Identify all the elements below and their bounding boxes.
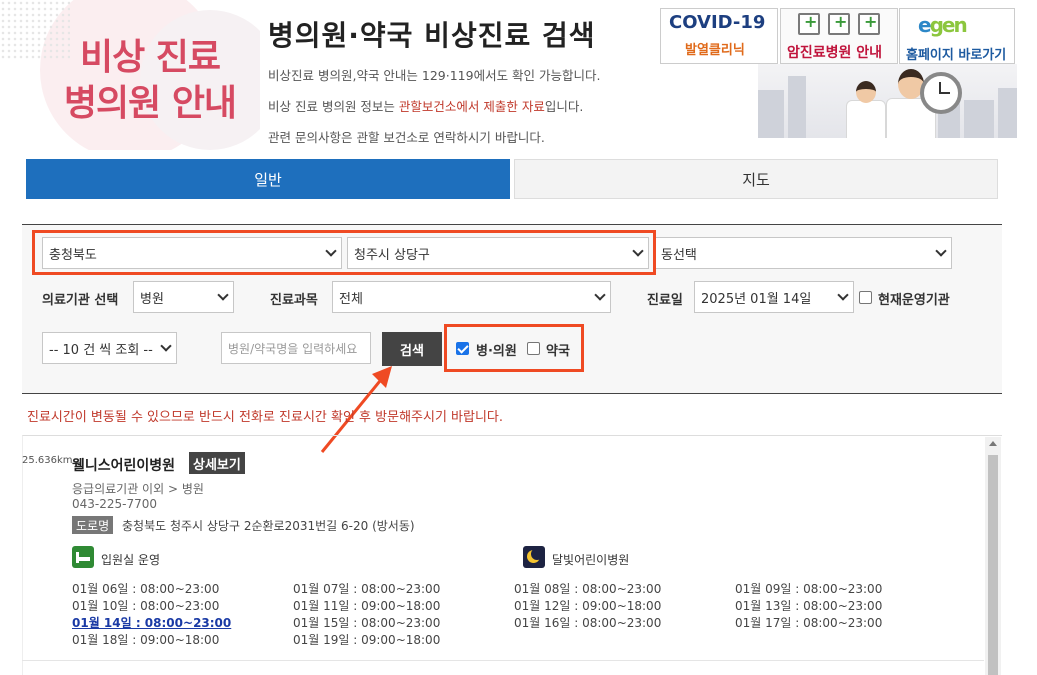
description-line-2: 비상 진료 병의원 정보는 관할보건소에서 제출한 자료입니다. (268, 99, 584, 114)
chevron-down-icon (217, 289, 229, 301)
notice-text: 진료시간이 변동될 수 있으므로 반드시 전화로 진료시간 확인 후 방문해주시… (27, 410, 504, 425)
chevron-down-icon (935, 245, 947, 257)
hours-entry: 01월 18일 : 09:00~18:00 (72, 633, 220, 647)
distance: 25.636km (22, 455, 73, 466)
type-highlight-box (444, 324, 584, 372)
chevron-down-icon (594, 289, 606, 301)
hours-entry: 01월 17일 : 08:00~23:00 (735, 616, 883, 630)
hero-line-2: 병의원 안내 (63, 83, 237, 124)
chevron-down-icon (837, 289, 849, 301)
date-select[interactable]: 2025년 01월 14일 (694, 281, 854, 313)
hours-entry: 01월 15일 : 08:00~23:00 (293, 616, 441, 630)
cancer-banner-label: 암진료병원 안내 (787, 45, 883, 61)
covid-banner-title: COVID-19 (669, 12, 766, 33)
homepage-banner[interactable]: egen 홈페이지 바로가기 (899, 8, 1015, 64)
hours-entry: 01월 08일 : 08:00~23:00 (514, 582, 662, 596)
page-size-select[interactable]: -- 10 건 씩 조회 -- (42, 332, 177, 364)
pharmacy-icon (828, 12, 850, 35)
moon-icon (523, 546, 545, 568)
service-moonlight-label: 달빛어린이병원 (552, 553, 630, 567)
hospital-address: 충청북도 청주시 상당구 2순환로2031번길 6-20 (방서동) (122, 519, 415, 533)
facility-select[interactable]: 병원 (133, 281, 234, 313)
open-now-label: 현재운영기관 (878, 293, 950, 308)
egen-logo: egen (918, 13, 968, 37)
description-highlight: 관할보건소에서 제출한 자료 (398, 99, 545, 114)
hours-entry: 01월 06일 : 08:00~23:00 (72, 582, 220, 596)
hospital-phone: 043-225-7700 (72, 497, 158, 511)
page-title: 병의원·약국 비상진료 검색 (268, 19, 596, 52)
facility-label: 의료기관 선택 (42, 293, 119, 308)
hours-entry: 01월 10일 : 08:00~23:00 (72, 599, 220, 613)
scroll-up-icon[interactable] (989, 441, 997, 446)
tab-general[interactable]: 일반 (26, 159, 510, 199)
tab-map[interactable]: 지도 (514, 159, 998, 199)
hours-entry: 01월 12일 : 09:00~18:00 (514, 599, 662, 613)
hospital-name[interactable]: 웰니스어린이병원 (72, 455, 175, 475)
covid-banner[interactable]: COVID-19 발열클리닉 (660, 8, 778, 64)
department-select[interactable]: 전체 (332, 281, 611, 313)
chevron-down-icon (160, 340, 172, 352)
hero-line-1: 비상 진료 (79, 37, 221, 78)
hospital-icon (798, 12, 820, 35)
hours-entry: 01월 07일 : 08:00~23:00 (293, 582, 441, 596)
date-label: 진료일 (647, 293, 683, 308)
description-line-1: 비상진료 병의원,약국 안내는 129·119에서도 확인 가능합니다. (268, 68, 601, 83)
doctor-illustration (758, 64, 1017, 138)
row-divider (22, 660, 984, 661)
covid-banner-subtitle: 발열클리닉 (685, 43, 745, 58)
bed-icon (72, 546, 94, 568)
scrollbar-thumb[interactable] (988, 455, 998, 675)
hours-entry: 01월 09일 : 08:00~23:00 (735, 582, 883, 596)
dong-select[interactable]: 동선택 (654, 237, 952, 269)
detail-button[interactable]: 상세보기 (189, 452, 245, 474)
cancer-hospital-banner[interactable]: 암진료병원 안내 (780, 8, 898, 64)
hours-entry-today[interactable]: 01월 14일 : 08:00~23:00 (72, 614, 231, 631)
open-now-checkbox[interactable] (859, 291, 872, 304)
hospital-icons (789, 12, 889, 39)
hours-entry: 01월 11일 : 09:00~18:00 (293, 599, 441, 613)
hospital-category: 응급의료기관 이외 > 병원 (72, 482, 204, 496)
ambulance-icon (858, 12, 880, 35)
results-scrollbar[interactable] (985, 437, 1001, 675)
department-label: 진료과목 (270, 293, 318, 308)
clock-icon (920, 72, 962, 114)
region-highlight-box (32, 230, 656, 275)
service-inpatient-label: 입원실 운영 (101, 553, 161, 567)
hours-entry: 01월 13일 : 08:00~23:00 (735, 599, 883, 613)
road-address-badge: 도로명 (72, 516, 114, 534)
hours-entry: 01월 16일 : 08:00~23:00 (514, 616, 662, 630)
homepage-banner-label: 홈페이지 바로가기 (906, 48, 1007, 63)
hero-title: 비상 진료 병의원 안내 (45, 35, 255, 127)
description-line-3: 관련 문의사항은 관할 보건소로 연락하시기 바랍니다. (268, 130, 545, 145)
hours-entry: 01월 19일 : 09:00~18:00 (293, 633, 441, 647)
